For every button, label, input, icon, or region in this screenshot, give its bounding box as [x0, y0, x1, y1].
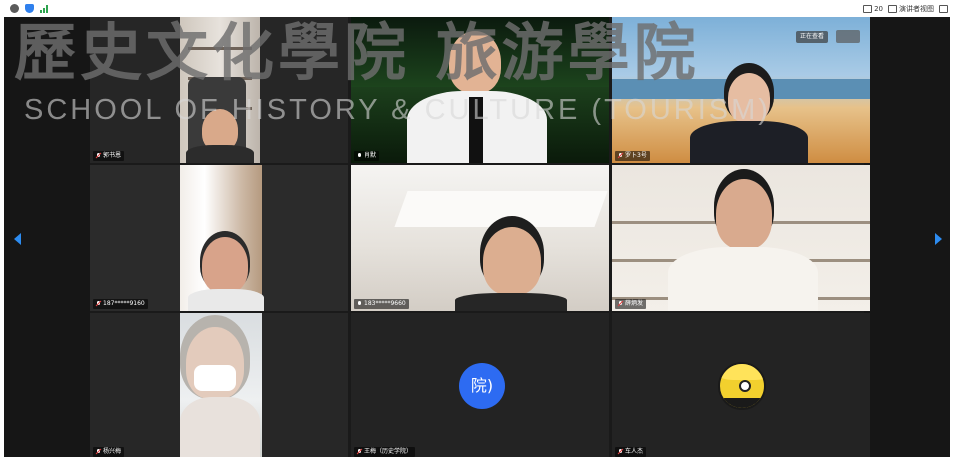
muted-mic-icon	[96, 449, 101, 455]
participant-tile[interactable]: 院) 王梅（历史学院）	[351, 313, 609, 457]
participant-name: 王梅（历史学院）	[364, 448, 413, 455]
gallery-view-icon	[863, 4, 873, 13]
muted-mic-icon	[618, 301, 623, 307]
participant-tile[interactable]: 肖默	[351, 17, 609, 163]
fullscreen-icon[interactable]	[939, 4, 948, 13]
gallery-count[interactable]: 20	[863, 4, 883, 13]
top-toolbar: 20 演讲者视图	[0, 0, 954, 17]
participant-body	[668, 247, 818, 311]
previous-page-arrow-icon[interactable]	[14, 233, 21, 245]
participant-body	[690, 121, 808, 163]
mic-icon	[357, 153, 362, 159]
participant-name-tag: 王梅（历史学院）	[354, 447, 416, 457]
status-pill: 正在查看	[795, 31, 828, 43]
participant-name-tag: 郭书恩	[93, 151, 125, 161]
info-icon[interactable]	[10, 4, 19, 13]
view-controls: 20 演讲者视图	[863, 2, 948, 15]
cartoon-avatar	[718, 362, 766, 410]
participant-name: 183*****9660	[364, 300, 406, 307]
muted-mic-icon	[618, 449, 623, 455]
face-mask	[194, 365, 236, 391]
participant-tile[interactable]: 183*****9660	[351, 165, 609, 311]
exit-fullscreen-button[interactable]	[836, 30, 860, 43]
participant-name: 薛炳发	[625, 300, 644, 307]
participant-face	[728, 73, 770, 123]
avatar-hair	[720, 364, 764, 380]
participant-name: 郭书恩	[103, 152, 122, 159]
participant-name: 车人杰	[625, 448, 644, 455]
participant-body	[180, 397, 260, 457]
speaker-view-icon	[888, 4, 897, 13]
left-gutter	[4, 17, 90, 457]
participant-name-tag: 肖默	[354, 151, 380, 161]
muted-mic-icon	[96, 301, 101, 307]
participant-face	[716, 179, 772, 249]
participant-body	[455, 293, 567, 311]
participant-tile[interactable]: 车人杰	[612, 313, 870, 457]
mic-icon	[357, 301, 362, 307]
speaker-view-button[interactable]: 演讲者视图	[888, 4, 934, 14]
participant-name-tag: 183*****9660	[354, 299, 409, 309]
participant-tile[interactable]: 薛炳发	[612, 165, 870, 311]
right-gutter	[864, 17, 950, 457]
participant-name-tag: 杨兴梅	[93, 447, 125, 457]
signal-strength-icon[interactable]	[40, 4, 50, 13]
avatar-shirt	[724, 398, 764, 408]
participant-body	[188, 289, 264, 311]
avatar-eye	[739, 380, 751, 392]
participant-face	[202, 237, 248, 293]
participant-tile[interactable]: 郭书恩	[90, 17, 348, 163]
video-stage: 郭书恩 肖默 罗卜3号 正在查看 187*****9160 183*****96…	[4, 17, 950, 457]
participant-name-tag: 薛炳发	[615, 299, 647, 309]
next-page-arrow-icon[interactable]	[935, 233, 942, 245]
participant-name-tag: 罗卜3号	[615, 151, 650, 161]
participant-name: 肖默	[364, 152, 377, 159]
ceiling-light	[394, 191, 608, 227]
participant-tile[interactable]: 罗卜3号 正在查看	[612, 17, 870, 163]
participant-name-tag: 187*****9160	[93, 299, 148, 309]
speaker-view-label: 演讲者视图	[899, 4, 934, 13]
muted-mic-icon	[618, 153, 623, 159]
participant-name: 187*****9160	[103, 300, 145, 307]
security-shield-icon[interactable]	[25, 4, 34, 13]
participant-tie	[469, 97, 483, 163]
participant-face	[483, 227, 541, 295]
gallery-count-label: 20	[874, 4, 883, 13]
participant-tile[interactable]: 187*****9160	[90, 165, 348, 311]
participant-name: 杨兴梅	[103, 448, 122, 455]
muted-mic-icon	[96, 153, 101, 159]
participant-face	[449, 31, 501, 93]
gallery-grid: 郭书恩 肖默 罗卜3号 正在查看 187*****9160 183*****96…	[90, 17, 871, 457]
participant-body	[186, 145, 254, 163]
avatar: 院)	[459, 363, 505, 409]
participant-name: 罗卜3号	[625, 152, 647, 159]
participant-tile[interactable]: 杨兴梅	[90, 313, 348, 457]
participant-name-tag: 车人杰	[615, 447, 647, 457]
muted-mic-icon	[357, 449, 362, 455]
